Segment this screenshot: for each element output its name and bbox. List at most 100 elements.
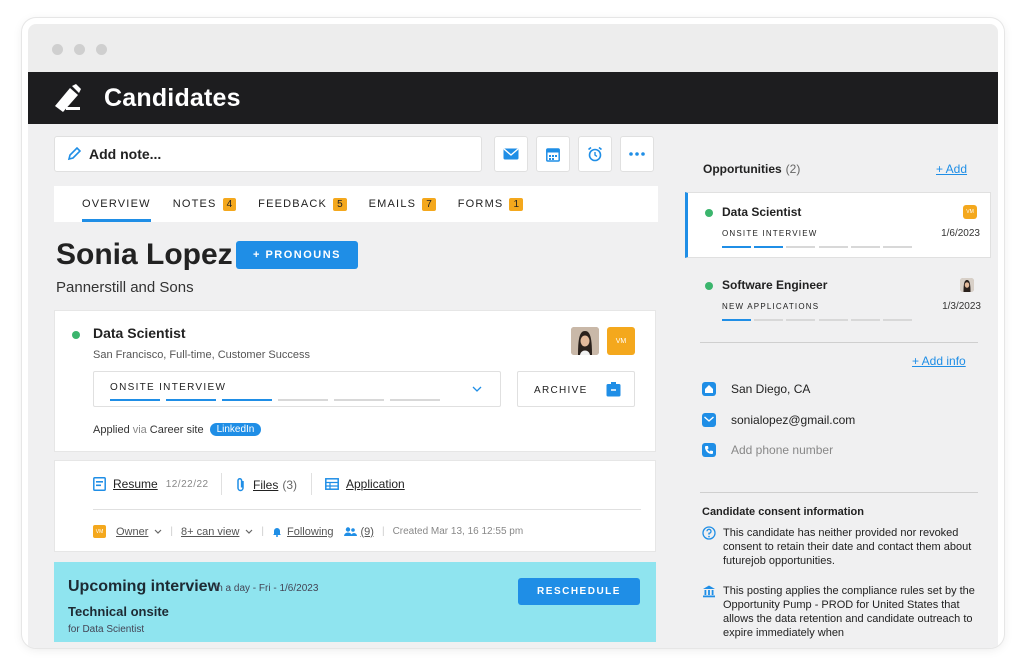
- followers-icon: [343, 527, 357, 536]
- phone-placeholder[interactable]: Add phone number: [731, 443, 833, 457]
- status-dot: [705, 209, 713, 217]
- progress-segment: [754, 319, 784, 321]
- count-badge: 4: [222, 197, 237, 211]
- separator: |: [261, 526, 265, 537]
- window-chrome: [28, 24, 998, 72]
- following-toggle[interactable]: Following: [287, 526, 333, 538]
- record-meta: VM Owner | 8+ can view | Following (9) |…: [93, 525, 523, 538]
- divider: [700, 492, 978, 493]
- stage-select[interactable]: ONSITE INTERVIEW: [93, 371, 501, 407]
- email-row[interactable]: sonialopez@gmail.com: [702, 413, 855, 427]
- avatar: [960, 278, 974, 292]
- resume-icon: [93, 477, 106, 491]
- tab-overview[interactable]: OVERVIEW: [82, 186, 151, 222]
- tab-emails[interactable]: EMAILS 7: [369, 186, 436, 222]
- opportunity-date: 1/3/2023: [942, 301, 981, 312]
- progress-segment: [722, 246, 752, 248]
- resume-date: 12/22/22: [165, 478, 209, 490]
- archive-icon: [606, 382, 621, 397]
- window-maximize-dot[interactable]: [96, 44, 107, 55]
- location-row: San Diego, CA: [702, 382, 810, 396]
- opportunity-stage: NEW APPLICATIONS: [722, 302, 820, 311]
- consent-heading: Candidate consent information: [702, 506, 864, 518]
- divider: [221, 473, 222, 495]
- help-icon: [702, 526, 718, 568]
- tab-notes[interactable]: NOTES 4: [173, 186, 237, 222]
- reschedule-button[interactable]: RESCHEDULE: [518, 578, 640, 605]
- chevron-down-icon: [245, 529, 253, 534]
- visibility-dropdown[interactable]: 8+ can view: [181, 526, 239, 538]
- via-label: via: [132, 423, 147, 436]
- opportunity-title: Software Engineer: [722, 278, 828, 292]
- add-info-link[interactable]: + Add info: [912, 354, 966, 368]
- interview-for: for Data Scientist: [68, 624, 145, 635]
- add-pronouns-button[interactable]: + PRONOUNS: [236, 241, 358, 269]
- owner-avatar[interactable]: VM: [607, 327, 635, 355]
- table-icon: [325, 478, 339, 490]
- mail-icon: [702, 413, 716, 427]
- applied-label: Applied: [93, 423, 130, 436]
- consent-item: This posting applies the compliance rule…: [702, 584, 982, 640]
- stage-progress-segment: [334, 399, 384, 401]
- institution-icon: [702, 584, 718, 640]
- source-chip[interactable]: LinkedIn: [209, 423, 262, 436]
- interview-heading: Upcoming interview: [68, 578, 221, 595]
- tab-label: EMAILS: [368, 198, 417, 210]
- consent-item: This candidate has neither provided nor …: [702, 526, 982, 568]
- job-title[interactable]: Data Scientist: [93, 325, 186, 341]
- separator: |: [381, 526, 385, 537]
- archive-button[interactable]: ARCHIVE: [517, 371, 635, 407]
- stage-progress-segment: [390, 399, 440, 401]
- reminder-button[interactable]: [578, 136, 612, 172]
- divider: [93, 509, 641, 510]
- location-icon: [702, 382, 716, 396]
- paperclip-icon: [237, 477, 244, 492]
- tab-feedback[interactable]: FEEDBACK 5: [258, 186, 347, 222]
- count-badge: 7: [422, 197, 436, 211]
- consent-text: This posting applies the compliance rule…: [723, 585, 975, 639]
- email-text[interactable]: sonialopez@gmail.com: [731, 413, 855, 427]
- stage-progress-segment: [222, 399, 272, 401]
- owner-dropdown[interactable]: Owner: [116, 526, 148, 538]
- page-title: Candidates: [104, 83, 241, 112]
- profile-tabs: OVERVIEW NOTES 4 FEEDBACK 5 EMAILS 7 FORMS 1: [54, 186, 658, 222]
- tab-label: OVERVIEW: [82, 198, 151, 210]
- application-link[interactable]: Application: [325, 477, 405, 491]
- job-card: Data Scientist San Francisco, Full-time,…: [54, 310, 656, 452]
- interview-title: Technical onsite: [68, 604, 169, 619]
- application-label: Application: [346, 477, 405, 491]
- progress-segment: [754, 246, 784, 248]
- files-link[interactable]: Files (3): [235, 477, 297, 492]
- candidate-name: Sonia Lopez: [56, 238, 233, 271]
- resume-link[interactable]: Resume 12/22/22: [93, 477, 209, 491]
- upcoming-interview-panel: Upcoming interview in a day - Fri - 1/6/…: [54, 562, 656, 642]
- stage-progress-segment: [278, 399, 328, 401]
- bell-icon: [273, 528, 282, 537]
- count-badge: 5: [333, 197, 347, 211]
- window-close-dot[interactable]: [52, 44, 63, 55]
- stage-label: ONSITE INTERVIEW: [110, 382, 227, 393]
- documents-card: Resume 12/22/22 Files (3) Application VM…: [54, 460, 656, 552]
- divider: [700, 342, 978, 343]
- progress-segment: [786, 246, 816, 248]
- schedule-button[interactable]: [536, 136, 570, 172]
- add-opportunity-link[interactable]: + Add: [936, 162, 967, 176]
- opportunity-item[interactable]: Software Engineer NEW APPLICATIONS 1/3/2…: [685, 266, 991, 332]
- consent-text: This candidate has neither provided nor …: [723, 527, 972, 567]
- email-button[interactable]: [494, 136, 528, 172]
- avatar[interactable]: [571, 327, 599, 355]
- phone-row[interactable]: Add phone number: [702, 443, 833, 457]
- opportunity-progress: [722, 246, 912, 248]
- stage-progress-segment: [110, 399, 160, 401]
- app-header: Candidates: [28, 72, 998, 124]
- more-button[interactable]: [620, 136, 654, 172]
- opportunity-stage: ONSITE INTERVIEW: [722, 229, 818, 238]
- opportunity-item[interactable]: Data Scientist ONSITE INTERVIEW 1/6/2023…: [685, 192, 991, 258]
- alarm-icon: [588, 146, 602, 162]
- window-minimize-dot[interactable]: [74, 44, 85, 55]
- tab-forms[interactable]: FORMS 1: [458, 186, 524, 222]
- add-note-input[interactable]: Add note...: [54, 136, 482, 172]
- location-text: San Diego, CA: [731, 382, 811, 396]
- followers-count[interactable]: (9): [361, 526, 374, 538]
- opportunities-heading: Opportunities (2): [703, 162, 800, 176]
